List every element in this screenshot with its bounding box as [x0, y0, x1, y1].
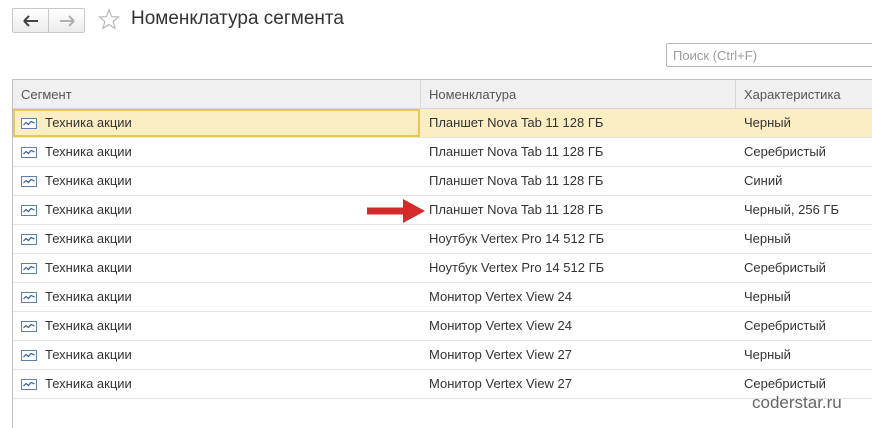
segment-cell[interactable]: Техника акции	[13, 109, 420, 137]
segment-text: Техника акции	[45, 289, 132, 304]
item-cell[interactable]: Планшет Nova Tab 11 128 ГБ	[421, 138, 735, 166]
table-row[interactable]: Техника акции Планшет Nova Tab 11 128 ГБ Ч…	[13, 196, 872, 225]
table-row[interactable]: Техника акции Планшет Nova Tab 11 128 ГБ С…	[13, 167, 872, 196]
characteristic-cell[interactable]: Черный, 256 ГБ	[736, 196, 872, 224]
table-header: Сегмент Номенклатура Характеристика	[13, 80, 872, 109]
arrow-left-icon	[22, 14, 38, 27]
item-cell[interactable]: Ноутбук Vertex Pro 14 512 ГБ	[421, 254, 735, 282]
segment-cell[interactable]: Техника акции	[13, 254, 420, 282]
item-cell[interactable]: Монитор Vertex View 27	[421, 341, 735, 369]
table-row[interactable]: Техника акции Планшет Nova Tab 11 128 ГБ Ч…	[13, 109, 872, 138]
list-item-icon	[21, 379, 37, 390]
segment-cell[interactable]: Техника акции	[13, 167, 420, 195]
characteristic-cell[interactable]: Синий	[736, 167, 872, 195]
table-row[interactable]: Техника акции Монитор Vertex View 24 Сереб…	[13, 312, 872, 341]
segment-text: Техника акции	[45, 376, 132, 391]
item-cell[interactable]: Планшет Nova Tab 11 128 ГБ	[421, 196, 735, 224]
segment-text: Техника акции	[45, 260, 132, 275]
column-header-item[interactable]: Номенклатура	[421, 80, 735, 109]
column-header-characteristic[interactable]: Характеристика	[736, 80, 872, 109]
watermark: coderstar.ru	[752, 393, 842, 412]
star-icon[interactable]	[97, 8, 121, 32]
item-cell[interactable]: Монитор Vertex View 27	[421, 370, 735, 398]
table-row[interactable]: Техника акции Монитор Vertex View 27 Сереб…	[13, 370, 872, 399]
segment-text: Техника акции	[45, 202, 132, 217]
table-row[interactable]: Техника акции Монитор Vertex View 27 Черны…	[13, 341, 872, 370]
table-row[interactable]: Техника акции Планшет Nova Tab 11 128 ГБ С…	[13, 138, 872, 167]
segment-cell[interactable]: Техника акции	[13, 196, 420, 224]
segment-cell[interactable]: Техника акции	[13, 138, 420, 166]
data-table: Сегмент Номенклатура Характеристика Техн…	[12, 79, 872, 428]
arrow-right-icon	[59, 14, 75, 27]
item-cell[interactable]: Монитор Vertex View 24	[421, 312, 735, 340]
segment-cell[interactable]: Техника акции	[13, 370, 420, 398]
item-cell[interactable]: Планшет Nova Tab 11 128 ГБ	[421, 167, 735, 195]
characteristic-cell[interactable]: Серебристый	[736, 138, 872, 166]
segment-cell[interactable]: Техника акции	[13, 225, 420, 253]
characteristic-cell[interactable]: Серебристый	[736, 254, 872, 282]
table-row[interactable]: Техника акции Ноутбук Vertex Pro 14 512 Г…	[13, 225, 872, 254]
segment-cell[interactable]: Техника акции	[13, 283, 420, 311]
characteristic-cell[interactable]: Серебристый	[736, 312, 872, 340]
page-title: Номенклатура сегмента	[131, 8, 344, 29]
list-item-icon	[21, 234, 37, 245]
list-item-icon	[21, 263, 37, 274]
list-item-icon	[21, 147, 37, 158]
column-header-segment[interactable]: Сегмент	[13, 80, 420, 109]
red-arrow-icon	[367, 199, 425, 223]
list-item-icon	[21, 118, 37, 129]
top-bar: Номенклатура сегмента	[0, 0, 872, 44]
segment-cell[interactable]: Техника акции	[13, 312, 420, 340]
table-row[interactable]: Техника акции Ноутбук Vertex Pro 14 512 Г…	[13, 254, 872, 283]
list-item-icon	[21, 205, 37, 216]
characteristic-cell[interactable]: Черный	[736, 341, 872, 369]
segment-text: Техника акции	[45, 115, 132, 130]
characteristic-cell[interactable]: Черный	[736, 283, 872, 311]
characteristic-cell[interactable]: Черный	[736, 225, 872, 253]
item-cell[interactable]: Планшет Nova Tab 11 128 ГБ	[421, 109, 735, 137]
search-input[interactable]	[666, 43, 872, 67]
list-item-icon	[21, 350, 37, 361]
list-item-icon	[21, 176, 37, 187]
segment-cell[interactable]: Техника акции	[13, 341, 420, 369]
back-button[interactable]	[12, 8, 49, 33]
segment-text: Техника акции	[45, 347, 132, 362]
item-cell[interactable]: Монитор Vertex View 24	[421, 283, 735, 311]
segment-text: Техника акции	[45, 173, 132, 188]
segment-text: Техника акции	[45, 231, 132, 246]
item-cell[interactable]: Ноутбук Vertex Pro 14 512 ГБ	[421, 225, 735, 253]
forward-button[interactable]	[48, 8, 85, 33]
characteristic-cell[interactable]: Черный	[736, 109, 872, 137]
list-item-icon	[21, 321, 37, 332]
list-item-icon	[21, 292, 37, 303]
segment-text: Техника акции	[45, 144, 132, 159]
table-row[interactable]: Техника акции Монитор Vertex View 24 Черны…	[13, 283, 872, 312]
segment-text: Техника акции	[45, 318, 132, 333]
